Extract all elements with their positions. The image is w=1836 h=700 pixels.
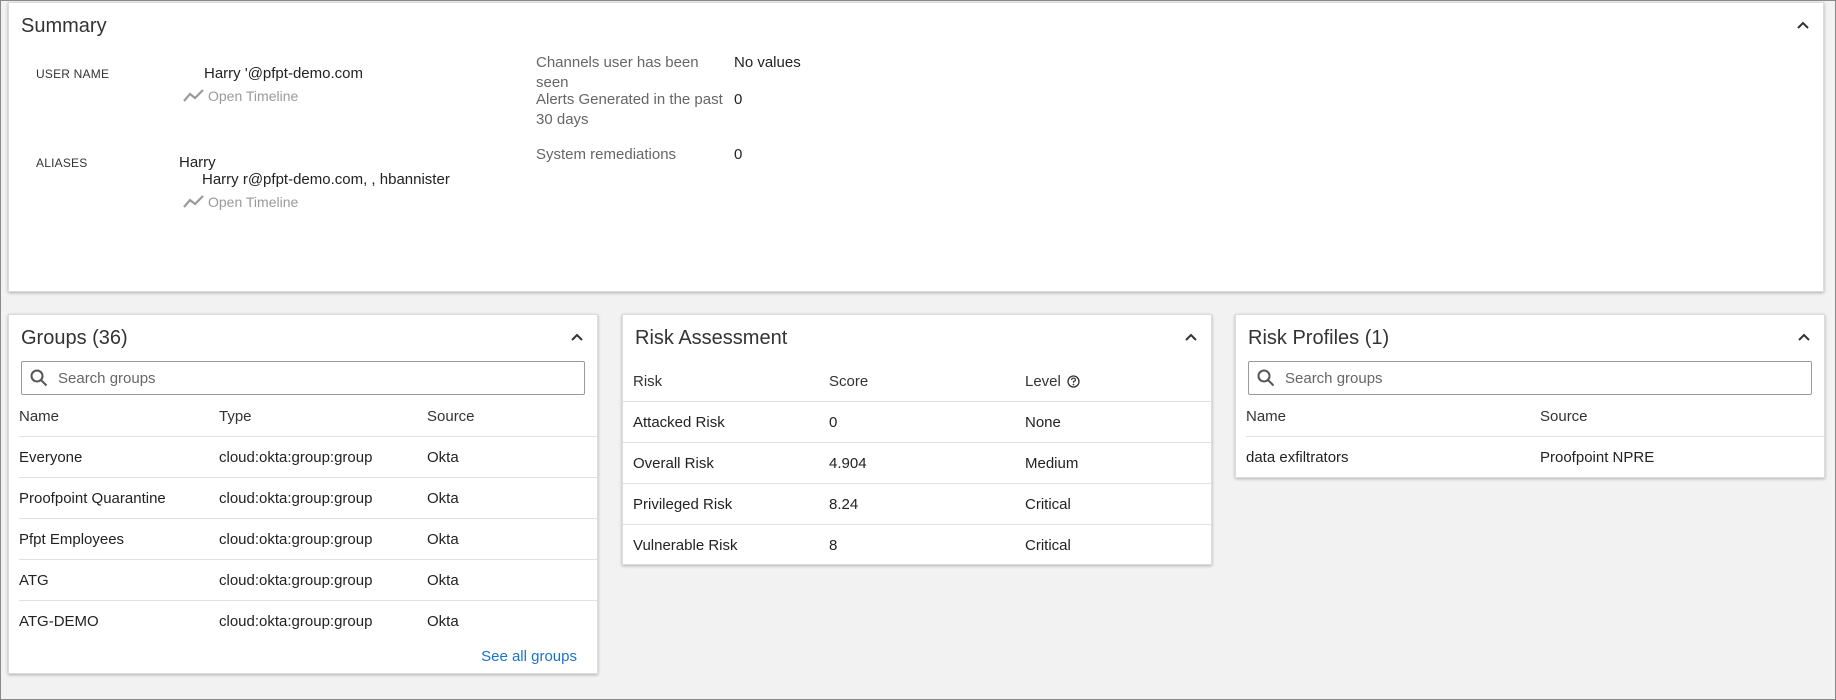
user-name-label: USER NAME — [36, 67, 110, 81]
open-timeline-link[interactable]: Open Timeline — [183, 88, 298, 104]
help-icon[interactable] — [1067, 375, 1080, 388]
group-name: Proofpoint Quarantine — [19, 477, 219, 519]
see-all-groups-link[interactable]: See all groups — [481, 648, 577, 665]
groups-search-input[interactable] — [56, 368, 584, 388]
risk-score: 8 — [819, 524, 1015, 565]
risk-name: Attacked Risk — [623, 401, 819, 443]
timeline-icon — [183, 89, 204, 102]
profile-name: data exfiltrators — [1246, 436, 1540, 477]
timeline-icon — [183, 195, 204, 208]
risk-name: Vulnerable Risk — [623, 524, 819, 565]
risk-level: Medium — [1015, 442, 1211, 484]
search-icon — [1257, 369, 1275, 387]
risk-score: 4.904 — [819, 442, 1015, 484]
stat-value-alerts: 0 — [734, 91, 743, 108]
table-row[interactable]: data exfiltrators Proofpoint NPRE — [1246, 436, 1824, 477]
risk-header-row: Risk Score Level — [623, 361, 1211, 402]
risk-profiles-title: Risk Profiles (1) — [1248, 327, 1390, 349]
groups-collapse-button[interactable] — [567, 327, 587, 347]
table-row[interactable]: Everyone cloud:okta:group:group Okta — [19, 436, 599, 478]
profiles-header-row: Name Source — [1246, 396, 1824, 437]
column-header-type[interactable]: Type — [219, 396, 427, 437]
stat-label-remediations: System remediations — [536, 146, 677, 163]
group-name: ATG — [19, 559, 219, 601]
open-timeline-label: Open Timeline — [208, 194, 299, 210]
chevron-up-icon — [1797, 21, 1809, 29]
profile-source: Proofpoint NPRE — [1540, 436, 1824, 477]
profiles-table: Name Source data exfiltrators Proofpoint… — [1246, 396, 1824, 477]
risk-name: Overall Risk — [623, 442, 819, 484]
table-row[interactable]: ATG cloud:okta:group:group Okta — [19, 559, 599, 601]
risk-table: Risk Score Level Attacked Risk 0 None Ov… — [623, 361, 1211, 565]
group-source: Okta — [427, 518, 599, 560]
group-name: Pfpt Employees — [19, 518, 219, 560]
table-row: Overall Risk 4.904 Medium — [623, 442, 1211, 484]
group-source: Okta — [427, 436, 599, 478]
groups-search[interactable] — [21, 361, 585, 395]
table-row[interactable]: Proofpoint Quarantine cloud:okta:group:g… — [19, 477, 599, 519]
group-type: cloud:okta:group:group — [219, 600, 427, 641]
group-type: cloud:okta:group:group — [219, 559, 427, 601]
chevron-up-icon — [1798, 333, 1810, 341]
user-name-value: Harry '@pfpt-demo.com — [204, 65, 363, 82]
stat-value-remediations: 0 — [734, 146, 743, 163]
group-type: cloud:okta:group:group — [219, 477, 427, 519]
summary-card: Summary USER NAME Harry '@pfpt-demo.com … — [8, 2, 1824, 292]
group-source: Okta — [427, 600, 599, 641]
profiles-search-input[interactable] — [1283, 368, 1811, 388]
column-header-name[interactable]: Name — [19, 396, 219, 437]
summary-title: Summary — [21, 15, 107, 37]
aliases-primary: Harry — [179, 154, 216, 171]
table-row: Vulnerable Risk 8 Critical — [623, 524, 1211, 565]
risk-level: None — [1015, 401, 1211, 443]
profiles-search[interactable] — [1248, 361, 1812, 395]
stat-label-alerts: Alerts Generated in the past 30 days — [536, 91, 723, 128]
group-source: Okta — [427, 559, 599, 601]
column-header-source[interactable]: Source — [1540, 396, 1824, 437]
table-row[interactable]: ATG-DEMO cloud:okta:group:group Okta — [19, 600, 599, 641]
risk-assessment-title: Risk Assessment — [635, 327, 788, 349]
risk-score: 8.24 — [819, 483, 1015, 525]
group-type: cloud:okta:group:group — [219, 518, 427, 560]
column-header-source[interactable]: Source — [427, 396, 599, 437]
group-name: ATG-DEMO — [19, 600, 219, 641]
level-header-label: Level — [1025, 372, 1061, 390]
risk-collapse-button[interactable] — [1181, 327, 1201, 347]
risk-profiles-card: Risk Profiles (1) Name Source data exfil… — [1235, 314, 1825, 478]
risk-level: Critical — [1015, 524, 1211, 565]
group-source: Okta — [427, 477, 599, 519]
groups-title: Groups (36) — [21, 327, 128, 349]
search-icon — [30, 369, 48, 387]
group-type: cloud:okta:group:group — [219, 436, 427, 478]
risk-score: 0 — [819, 401, 1015, 443]
column-header-risk[interactable]: Risk — [623, 361, 819, 402]
table-row: Privileged Risk 8.24 Critical — [623, 483, 1211, 525]
column-header-score[interactable]: Score — [819, 361, 1015, 402]
chevron-up-icon — [1185, 333, 1197, 341]
open-timeline-label: Open Timeline — [208, 88, 299, 104]
profiles-collapse-button[interactable] — [1794, 327, 1814, 347]
summary-collapse-button[interactable] — [1793, 15, 1813, 35]
groups-card: Groups (36) Name Type Source Everyone cl… — [8, 314, 599, 674]
stat-label-channels: Channels user has been seen — [536, 54, 699, 91]
aliases-label: ALIASES — [36, 156, 88, 170]
groups-table: Name Type Source Everyone cloud:okta:gro… — [19, 396, 599, 641]
groups-header-row: Name Type Source — [19, 396, 599, 437]
stat-value-channels: No values — [734, 54, 801, 71]
risk-level: Critical — [1015, 483, 1211, 525]
chevron-up-icon — [571, 333, 583, 341]
column-header-name[interactable]: Name — [1246, 396, 1540, 437]
risk-assessment-card: Risk Assessment Risk Score Level Attacke… — [622, 314, 1212, 565]
column-header-level[interactable]: Level — [1015, 361, 1211, 402]
table-row[interactable]: Pfpt Employees cloud:okta:group:group Ok… — [19, 518, 599, 560]
group-name: Everyone — [19, 436, 219, 478]
aliases-list: Harry r@pfpt-demo.com, , hbannister — [202, 171, 450, 188]
risk-name: Privileged Risk — [623, 483, 819, 525]
table-row: Attacked Risk 0 None — [623, 401, 1211, 443]
open-timeline-link-aliases[interactable]: Open Timeline — [183, 194, 298, 210]
